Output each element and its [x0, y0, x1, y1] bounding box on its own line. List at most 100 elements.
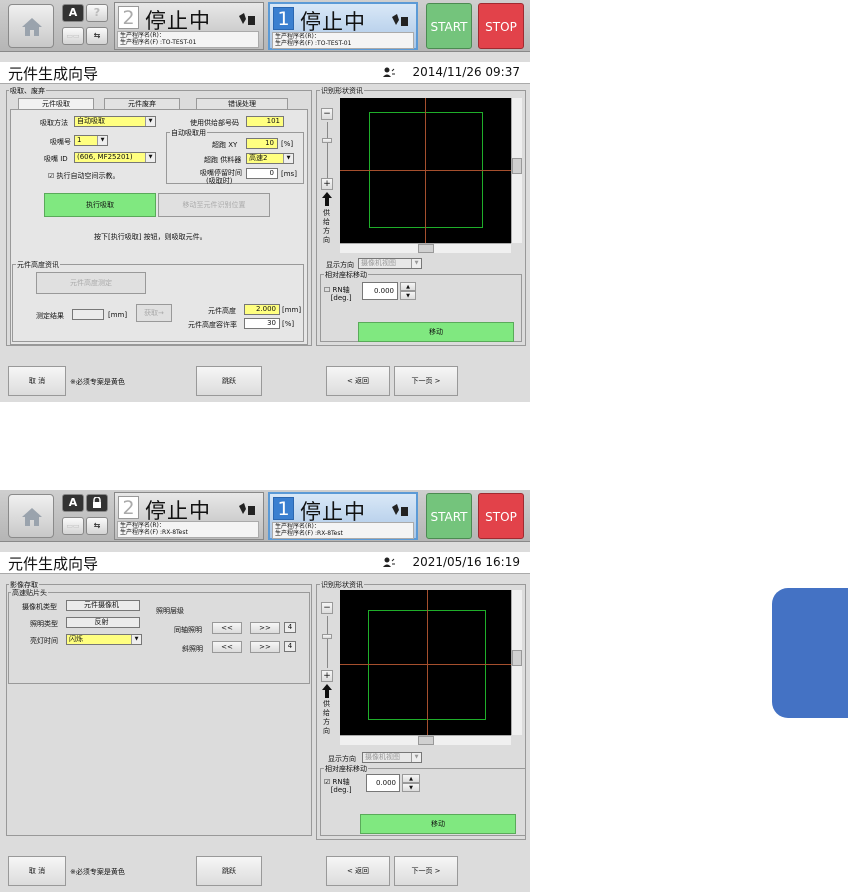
pass-xy-field[interactable]: 10: [246, 138, 278, 149]
display-direction-select[interactable]: 摄像机视图 ▼: [362, 752, 422, 763]
horizontal-scrollbar[interactable]: [340, 243, 511, 253]
light-time-select[interactable]: 闪烁 ▼: [66, 634, 142, 645]
coax-decrease-button[interactable]: <<: [212, 622, 242, 634]
program-2-panel[interactable]: 2 停止中 生产程序名(R)： 生产程序名(F) :TO-TEST-01: [114, 2, 264, 50]
program-number: 2: [118, 496, 139, 519]
lock-icon[interactable]: [86, 494, 108, 512]
operator-icon[interactable]: ▭▭: [62, 517, 84, 535]
a-button[interactable]: A: [62, 4, 84, 22]
display-direction-select[interactable]: 摄像机视图 ▼: [358, 258, 422, 269]
nozzle-id-select[interactable]: (606, MF25201) ▼: [74, 152, 156, 163]
execute-pick-button[interactable]: 执行吸取: [44, 193, 156, 217]
program-r: 生产程序名(R)：: [120, 32, 165, 39]
vertical-scrollbar[interactable]: [511, 590, 522, 735]
zoom-handle[interactable]: [322, 138, 332, 143]
decrement-button[interactable]: ▼: [400, 291, 416, 300]
vertical-scrollbar[interactable]: [511, 98, 522, 243]
tab-error[interactable]: 错误处理: [196, 98, 288, 109]
supply-char: 方: [323, 227, 330, 235]
program-number: 1: [273, 7, 294, 30]
tab-pick[interactable]: 元件吸取: [18, 98, 94, 109]
crosshair-horizontal: [340, 664, 511, 665]
tab-discard[interactable]: 元件废弃: [104, 98, 180, 109]
next-button[interactable]: 下一页 >: [394, 366, 458, 396]
light-time-label: 亮灯时间: [30, 637, 58, 645]
transfer-icon[interactable]: ⇆: [86, 517, 108, 535]
feeder-no-field[interactable]: 101: [246, 116, 284, 127]
tolerance-field[interactable]: 30: [244, 318, 280, 329]
next-button[interactable]: 下一页 >: [394, 856, 458, 886]
oblique-increase-button[interactable]: >>: [250, 641, 280, 653]
user-icon: [383, 67, 395, 77]
a-button[interactable]: A: [62, 494, 84, 512]
increment-button[interactable]: ▲: [400, 282, 416, 291]
stop-button[interactable]: STOP: [478, 493, 524, 539]
header-bar: A ? ▭▭ ⇆ 2 停止中 生产程序名(R)： 生产程序名(F) :TO-TES…: [0, 0, 530, 52]
chevron-down-icon: ▼: [131, 635, 141, 644]
camera-view[interactable]: [340, 98, 511, 243]
start-button[interactable]: START: [426, 3, 472, 49]
decrement-button[interactable]: ▼: [402, 783, 420, 792]
cancel-button[interactable]: 取 消: [8, 366, 66, 396]
rn-axis-checkbox[interactable]: ☐ RN轴 [deg.]: [324, 286, 352, 302]
footer-bar: 取 消 ※必须专案是黄色 跳跃 < 返回 下一页 >: [0, 362, 530, 402]
dwell-field[interactable]: 0: [246, 168, 278, 179]
program-1-panel[interactable]: 1 停止中 生产程序名(R)： 生产程序名(F) :RX-8Test: [268, 492, 418, 540]
pass-feeder-label: 超跑 供料器: [204, 156, 242, 164]
part-height-field[interactable]: 2.000: [244, 304, 280, 315]
auto-teach-checkbox[interactable]: ☑ 执行自动空间示教。: [48, 171, 120, 181]
skip-button[interactable]: 跳跃: [196, 366, 262, 396]
footer-bar: 取 消 ※必须专案是黄色 跳跃 < 返回 下一页 >: [0, 852, 530, 892]
program-r: 生产程序名(R)：: [275, 33, 320, 40]
coax-increase-button[interactable]: >>: [250, 622, 280, 634]
zoom-out-button[interactable]: −: [321, 602, 333, 614]
move-button[interactable]: 移动: [358, 322, 514, 342]
cancel-button[interactable]: 取 消: [8, 856, 66, 886]
zoom-handle[interactable]: [322, 634, 332, 639]
back-button[interactable]: < 返回: [326, 856, 390, 886]
rn-axis-checkbox[interactable]: ☑ RN轴 [deg.]: [324, 778, 352, 794]
rn-axis-field[interactable]: 0.000: [366, 774, 400, 792]
oblique-decrease-button[interactable]: <<: [212, 641, 242, 653]
skip-button[interactable]: 跳跃: [196, 856, 262, 886]
horizontal-scrollbar[interactable]: [340, 735, 511, 745]
light-type-field: 反射: [66, 617, 140, 628]
pick-method-select[interactable]: 自动吸取 ▼: [74, 116, 156, 127]
operator-icon[interactable]: ▭▭: [62, 27, 84, 45]
crosshair-horizontal: [340, 170, 511, 171]
increment-button[interactable]: ▲: [402, 774, 420, 783]
home-button[interactable]: [8, 494, 54, 538]
pass-feeder-select[interactable]: 高速2 ▼: [246, 153, 294, 164]
back-button[interactable]: < 返回: [326, 366, 390, 396]
camera-view[interactable]: [340, 590, 511, 735]
datetime: 2021/05/16 16:19: [412, 555, 520, 569]
program-1-panel[interactable]: 1 停止中 生产程序名(R)： 生产程序名(F) :TO-TEST-01: [268, 2, 418, 50]
transfer-icon[interactable]: ⇆: [86, 27, 108, 45]
home-button[interactable]: [8, 4, 54, 48]
measure-height-button[interactable]: 元件高度测定: [36, 272, 146, 294]
zoom-out-button[interactable]: −: [321, 108, 333, 120]
coax-label: 同轴照明: [174, 626, 202, 634]
help-button[interactable]: ?: [86, 4, 108, 22]
group-label: 相对座标移动: [324, 270, 368, 280]
supply-char: 给: [323, 218, 330, 226]
nozzle-no-select[interactable]: 1 ▼: [74, 135, 108, 146]
program-number: 1: [273, 497, 294, 520]
move-to-recognition-button[interactable]: 移动至元件识别位置: [158, 193, 270, 217]
zoom-in-button[interactable]: +: [321, 178, 333, 190]
pick-method-value: 自动吸取: [77, 117, 105, 125]
rn-axis-field[interactable]: 0.000: [362, 282, 398, 300]
home-icon: [22, 18, 42, 36]
start-button[interactable]: START: [426, 493, 472, 539]
chevron-down-icon: ▼: [411, 753, 421, 762]
program-2-panel[interactable]: 2 停止中 生产程序名(R)： 生产程序名(F) :RX-8Test: [114, 492, 264, 540]
display-direction-label: 显示方向: [328, 755, 356, 763]
required-note: ※必须专案是黄色: [70, 868, 125, 876]
move-button[interactable]: 移动: [360, 814, 516, 834]
crosshair-vertical: [427, 590, 428, 735]
zoom-in-button[interactable]: +: [321, 670, 333, 682]
chevron-down-icon: ▼: [145, 153, 155, 162]
light-type-label: 照明类型: [30, 620, 58, 628]
stop-button[interactable]: STOP: [478, 3, 524, 49]
take-button[interactable]: 获取→: [136, 304, 172, 322]
